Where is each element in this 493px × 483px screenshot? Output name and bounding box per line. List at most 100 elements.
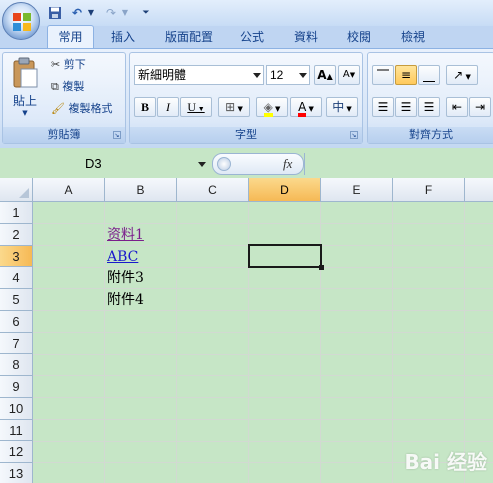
office-button[interactable] xyxy=(2,2,40,40)
row-header-6[interactable]: 6 xyxy=(0,310,33,333)
row-header-9[interactable]: 9 xyxy=(0,376,33,398)
column-header-d[interactable]: D xyxy=(249,178,321,202)
phonetic-guide-button[interactable]: 中 ▼ xyxy=(326,97,358,117)
active-cell-d3[interactable] xyxy=(248,244,322,268)
fill-handle[interactable] xyxy=(319,265,324,270)
increase-indent-button[interactable]: ⇥ xyxy=(469,97,491,117)
paintbrush-icon: 🖌 xyxy=(51,102,65,115)
fill-color-button[interactable]: ◈ ▼ xyxy=(256,97,288,117)
gridline xyxy=(33,418,493,420)
bold-button[interactable]: B xyxy=(134,97,156,117)
align-middle-icon: ≡ xyxy=(400,68,412,82)
underline-button[interactable]: U ▼ xyxy=(180,97,212,117)
formula-input[interactable] xyxy=(304,153,493,175)
align-center-icon: ☰ xyxy=(400,100,412,114)
undo-icon[interactable]: ↶ xyxy=(68,4,86,22)
cell-b5[interactable]: 附件4 xyxy=(107,290,144,310)
tab-review[interactable]: 校閱 xyxy=(338,26,380,48)
column-header-e[interactable]: E xyxy=(321,178,393,202)
cut-button[interactable]: ✂ 剪下 xyxy=(51,55,123,75)
row-header-3[interactable]: 3 xyxy=(0,245,33,268)
row-header-1[interactable]: 1 xyxy=(0,202,33,224)
row-header-10[interactable]: 10 xyxy=(0,397,33,420)
scissors-icon: ✂ xyxy=(51,58,61,71)
decrease-indent-button[interactable]: ⇤ xyxy=(446,97,468,117)
increase-indent-icon: ⇥ xyxy=(474,100,486,114)
row-header-7[interactable]: 7 xyxy=(0,332,33,355)
column-header-b[interactable]: B xyxy=(105,178,177,202)
font-name-dropdown-icon[interactable] xyxy=(253,73,261,78)
tab-data[interactable]: 資料 xyxy=(285,26,327,48)
tab-insert[interactable]: 插入 xyxy=(102,26,144,48)
font-size-dropdown-icon[interactable] xyxy=(299,73,307,78)
shrink-font-button[interactable]: A▼ xyxy=(338,65,360,85)
alignment-group: ⎺ ≡ ⎽ ↗ ▼ ☰ ☰ ☰ ⇤ ⇥ 對齊方式 xyxy=(367,52,493,144)
font-color-button[interactable]: A ▼ xyxy=(290,97,322,117)
grow-font-button[interactable]: A▲ xyxy=(314,65,336,85)
paste-icon xyxy=(13,57,38,88)
format-painter-button[interactable]: 🖌 複製格式 xyxy=(51,99,125,119)
column-header-a[interactable]: A xyxy=(33,178,105,202)
copy-button[interactable]: ⧉ 複製 xyxy=(51,77,123,97)
decrease-indent-icon: ⇤ xyxy=(451,100,463,114)
row-header-2[interactable]: 2 xyxy=(0,223,33,246)
column-header-g[interactable] xyxy=(465,178,493,202)
orientation-icon: ↗ xyxy=(453,68,464,82)
redo-icon[interactable]: ↷ xyxy=(102,4,120,22)
name-box[interactable]: D3 xyxy=(0,154,210,174)
row-header-5[interactable]: 5 xyxy=(0,289,33,311)
align-middle-button[interactable]: ≡ xyxy=(395,65,417,85)
cell-b4[interactable]: 附件3 xyxy=(107,268,144,288)
paste-button[interactable]: 貼上 ▼ xyxy=(7,57,43,123)
underline-label: U xyxy=(187,100,196,114)
column-header-c[interactable]: C xyxy=(177,178,249,202)
select-all-corner[interactable] xyxy=(0,178,33,202)
select-all-icon xyxy=(19,188,29,198)
cell-b2-hyperlink[interactable]: 资料1 xyxy=(107,225,144,245)
tab-home[interactable]: 常用 xyxy=(47,25,94,49)
align-left-button[interactable]: ☰ xyxy=(372,97,394,117)
clipboard-dialog-launcher-icon[interactable]: ↘ xyxy=(113,131,121,139)
copy-label: 複製 xyxy=(62,80,85,93)
row-header-8[interactable]: 8 xyxy=(0,354,33,376)
align-right-button[interactable]: ☰ xyxy=(418,97,440,117)
align-top-button[interactable]: ⎺ xyxy=(372,65,394,85)
tab-view[interactable]: 檢視 xyxy=(392,26,434,48)
name-box-dropdown-icon[interactable] xyxy=(198,162,206,167)
italic-button[interactable]: I xyxy=(157,97,179,117)
paste-dropdown-icon[interactable]: ▼ xyxy=(7,109,43,117)
gridline xyxy=(33,288,493,290)
phonetic-label: 中 xyxy=(332,100,345,114)
font-dialog-launcher-icon[interactable]: ↘ xyxy=(350,131,358,139)
gridline xyxy=(33,375,493,377)
font-name-combo[interactable]: 新細明體 xyxy=(134,65,264,85)
office-logo-icon xyxy=(13,13,31,31)
borders-button[interactable]: ⊞ ▼ xyxy=(218,97,250,117)
gridline xyxy=(33,397,493,398)
tab-formulas[interactable]: 公式 xyxy=(232,26,272,48)
tab-page-layout[interactable]: 版面配置 xyxy=(157,26,221,48)
gridline xyxy=(33,353,493,355)
align-right-icon: ☰ xyxy=(423,100,435,114)
insert-function-button[interactable]: fx xyxy=(283,156,292,172)
align-bottom-button[interactable]: ⎽ xyxy=(418,65,440,85)
row-header-13[interactable]: 13 xyxy=(0,463,33,483)
cut-label: 剪下 xyxy=(63,58,86,71)
customize-qat-icon[interactable]: ⏷ xyxy=(140,4,152,22)
save-icon[interactable] xyxy=(46,4,64,22)
expand-formula-icon[interactable] xyxy=(217,157,231,171)
row-header-12[interactable]: 12 xyxy=(0,441,33,463)
row-header-4[interactable]: 4 xyxy=(0,267,33,289)
orientation-button[interactable]: ↗ ▼ xyxy=(446,65,478,85)
row-header-11[interactable]: 11 xyxy=(0,419,33,442)
align-center-button[interactable]: ☰ xyxy=(395,97,417,117)
shrink-font-label: A xyxy=(342,69,350,80)
cell-b3-hyperlink[interactable]: ABC xyxy=(107,247,138,267)
column-header-f[interactable]: F xyxy=(393,178,465,202)
name-box-value: D3 xyxy=(85,156,102,171)
redo-dropdown-icon[interactable]: ▼ xyxy=(120,4,130,22)
worksheet-grid[interactable]: A B C D E F 1 2 3 4 5 6 7 8 9 10 11 12 1… xyxy=(0,178,493,483)
watermark: Bai 经验 xyxy=(404,450,487,474)
font-group: 新細明體 12 A▲ A▼ B I U ▼ ⊞ ▼ ◈ ▼ A ▼ 中 ▼ 字型… xyxy=(129,52,363,144)
undo-dropdown-icon[interactable]: ▼ xyxy=(86,4,96,22)
